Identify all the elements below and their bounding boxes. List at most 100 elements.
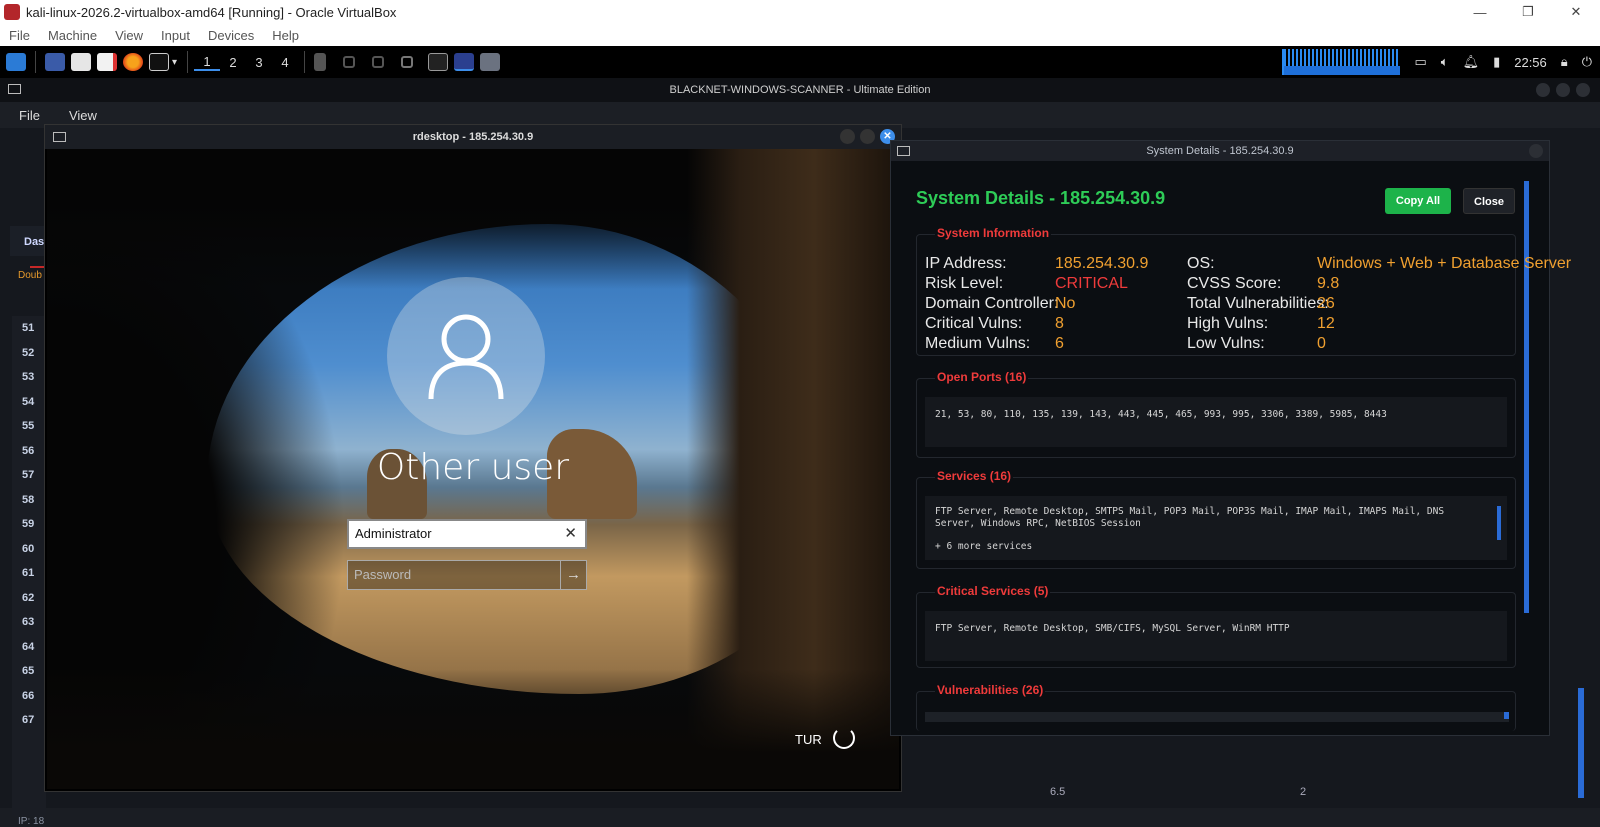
- critical-services-group: Critical Services (5) FTP Server, Remote…: [916, 584, 1516, 668]
- copy-all-button[interactable]: Copy All: [1385, 188, 1451, 214]
- username-value: Administrator: [355, 526, 432, 541]
- volume-icon[interactable]: 🔈︎: [1441, 54, 1449, 70]
- hint-text: Doub: [18, 270, 42, 281]
- menu-help[interactable]: Help: [263, 28, 308, 43]
- chevron-down-icon[interactable]: ▾: [172, 57, 177, 68]
- window-thumb-icon[interactable]: [343, 56, 356, 68]
- scrollbar[interactable]: [1524, 181, 1529, 613]
- scrollbar[interactable]: [1578, 688, 1584, 798]
- info-key: IP Address:: [925, 255, 1007, 272]
- row-number: 64: [22, 640, 35, 653]
- clear-icon[interactable]: ✕: [564, 524, 577, 542]
- maximize-button[interactable]: [860, 129, 875, 144]
- monitor-icon[interactable]: ▭: [1414, 54, 1426, 70]
- panel-separator: [304, 51, 306, 73]
- more-services-link[interactable]: + 6 more services: [935, 541, 1497, 553]
- close-button[interactable]: [1529, 144, 1543, 158]
- horizontal-scrollbar[interactable]: [925, 712, 1509, 722]
- virtualbox-icon: [4, 4, 20, 20]
- info-value: 6: [1055, 335, 1064, 352]
- row-number: 63: [22, 616, 35, 628]
- group-label: Critical Services (5): [935, 584, 1051, 598]
- info-value: 26: [1317, 295, 1335, 312]
- info-value: No: [1055, 295, 1076, 312]
- wallpaper-cave: [47, 669, 899, 789]
- power-icon[interactable]: ⏻: [1582, 54, 1592, 70]
- user-avatar: [387, 277, 545, 435]
- workspace-2[interactable]: 2: [220, 55, 246, 70]
- battery-icon[interactable]: ▮: [1493, 54, 1500, 70]
- window-menu-icon[interactable]: [53, 132, 66, 142]
- close-details-button[interactable]: Close: [1463, 188, 1515, 214]
- menu-machine[interactable]: Machine: [39, 28, 106, 43]
- info-key: Total Vulnerabilities:: [1187, 295, 1329, 312]
- close-button[interactable]: ✕: [1552, 0, 1600, 24]
- info-key: OS:: [1187, 255, 1215, 272]
- minimize-button[interactable]: —: [1456, 0, 1504, 24]
- panel-separator: [35, 51, 36, 73]
- bell-icon[interactable]: 🔔︎: [1463, 54, 1480, 70]
- maximize-button[interactable]: [1556, 83, 1570, 97]
- window-thumb-icon[interactable]: [372, 56, 385, 68]
- text-editor-icon[interactable]: [97, 53, 117, 71]
- cpu-graph: [1282, 49, 1401, 75]
- desktop-icon[interactable]: [45, 53, 65, 71]
- username-input[interactable]: Administrator ✕: [347, 519, 587, 549]
- rdesktop-window: rdesktop - 185.254.30.9 ✕ Other user Adm…: [44, 124, 902, 792]
- firefox-icon[interactable]: [123, 53, 143, 71]
- menu-devices[interactable]: Devices: [199, 28, 263, 43]
- clock[interactable]: 22:56: [1514, 55, 1547, 70]
- language-indicator[interactable]: TUR: [795, 732, 822, 747]
- kali-panel: ▾ 1 2 3 4 ▭ 🔈︎ 🔔︎ ▮ 22:56 🔒︎ ⏻: [0, 46, 1600, 78]
- info-key: Domain Controller:: [925, 295, 1059, 312]
- host-menu-bar: File Machine View Input Devices Help: [0, 24, 1600, 46]
- info-key: Medium Vulns:: [925, 335, 1031, 352]
- kali-menu-icon[interactable]: [6, 53, 26, 71]
- scanner-window-icon[interactable]: [454, 53, 475, 71]
- status-bar-text: IP: 18: [18, 816, 45, 827]
- minimize-button[interactable]: [1536, 83, 1550, 97]
- minimize-button[interactable]: [840, 129, 855, 144]
- workspace-1[interactable]: 1: [194, 54, 221, 71]
- menu-file[interactable]: File: [0, 28, 39, 43]
- scroll-thumb[interactable]: [1504, 712, 1509, 719]
- folder-window-icon[interactable]: [480, 53, 501, 71]
- scanner-title: BLACKNET-WINDOWS-SCANNER - Ultimate Edit…: [669, 84, 931, 96]
- window-menu-icon[interactable]: [8, 84, 21, 94]
- row-number: 51: [22, 322, 35, 334]
- window-menu-icon[interactable]: [897, 146, 910, 156]
- row-number-column: 51 52 53 54 55 56 57 58 59 60 61 62 63 6…: [12, 316, 46, 816]
- services-box: FTP Server, Remote Desktop, SMTPS Mail, …: [925, 496, 1507, 560]
- row-number: 61: [22, 567, 35, 579]
- rdesktop-title: rdesktop - 185.254.30.9: [412, 131, 534, 143]
- row-number: 65: [22, 665, 35, 677]
- info-key: Risk Level:: [925, 275, 1004, 292]
- group-label: Services (16): [935, 469, 1014, 483]
- workspace-3[interactable]: 3: [246, 55, 272, 70]
- terminal-window-icon[interactable]: [428, 53, 449, 71]
- files-icon[interactable]: [71, 53, 91, 71]
- scanner-menu-file[interactable]: File: [0, 108, 50, 123]
- window-thumb-icon[interactable]: [401, 56, 414, 68]
- submit-arrow-icon[interactable]: →: [560, 561, 586, 589]
- scanner-menu-view[interactable]: View: [50, 108, 107, 123]
- close-button[interactable]: [1576, 83, 1590, 97]
- menu-input[interactable]: Input: [152, 28, 199, 43]
- menu-view[interactable]: View: [106, 28, 152, 43]
- row-number: 66: [22, 689, 35, 702]
- info-value: 8: [1055, 315, 1064, 332]
- password-input[interactable]: Password →: [347, 560, 587, 590]
- info-key: CVSS Score:: [1187, 275, 1282, 292]
- window-thumb-icon[interactable]: [314, 53, 327, 71]
- lock-icon[interactable]: 🔒︎: [1561, 54, 1568, 70]
- info-value: 185.254.30.9: [1055, 255, 1149, 272]
- terminal-icon[interactable]: [149, 53, 169, 71]
- open-ports-group: Open Ports (16) 21, 53, 80, 110, 135, 13…: [916, 370, 1516, 458]
- restore-button[interactable]: ❐: [1504, 0, 1552, 24]
- row-number: 62: [22, 591, 35, 604]
- workspace-4[interactable]: 4: [272, 55, 298, 70]
- scrollbar[interactable]: [1497, 506, 1501, 540]
- details-heading: System Details - 185.254.30.9: [916, 188, 1166, 208]
- power-icon[interactable]: [833, 727, 855, 749]
- info-row: IP Address:: [925, 255, 1007, 275]
